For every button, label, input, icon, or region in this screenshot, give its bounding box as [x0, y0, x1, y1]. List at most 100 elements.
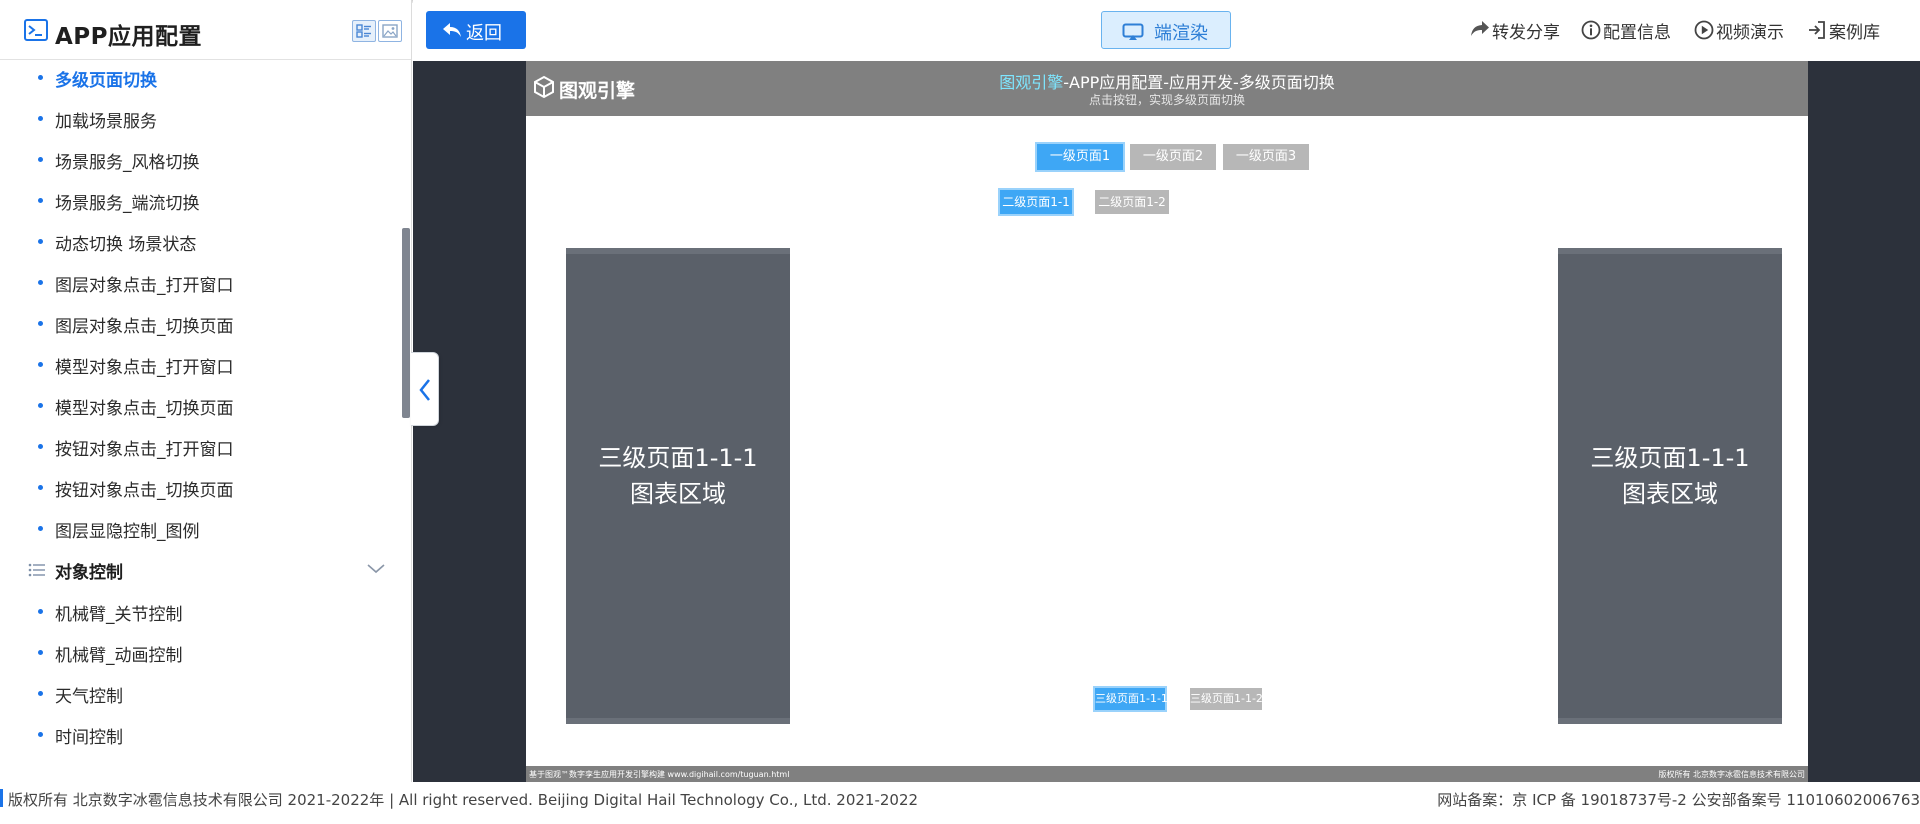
sidebar-item-label: 按钮对象点击_打开窗口 — [55, 440, 234, 460]
sidebar-item-layer-click-switch-page[interactable]: 图层对象点击_切换页面 — [0, 306, 400, 340]
sidebar-item-label: 图层对象点击_打开窗口 — [55, 276, 234, 296]
bullet-dot — [38, 198, 43, 203]
list-view-button[interactable] — [352, 20, 376, 42]
sidebar-title: APP应用配置 — [55, 24, 203, 50]
sidebar-item-label: 天气控制 — [55, 687, 123, 707]
video-demo-link[interactable]: 视频演示 — [1694, 18, 1789, 43]
sidebar-item-label: 按钮对象点击_切换页面 — [55, 481, 234, 501]
footer-accent-bar — [0, 789, 3, 807]
bullet-dot — [38, 362, 43, 367]
bullet-dot — [38, 485, 43, 490]
sidebar-item-layer-click-open-window[interactable]: 图层对象点击_打开窗口 — [0, 265, 400, 299]
sidebar-item-label: 模型对象点击_切换页面 — [55, 399, 234, 419]
sidebar-item-scene-stream-switch[interactable]: 场景服务_端流切换 — [0, 183, 400, 217]
sidebar-item-weather-control[interactable]: 天气控制 — [0, 676, 400, 710]
sidebar-item-label: 图层显隐控制_图例 — [55, 522, 200, 542]
sidebar: APP应用配置 多级页面切换 加载场景服务 场景服务_风格切换 场景服务_端流切… — [0, 0, 412, 782]
sidebar-item-label: 机械臂_关节控制 — [55, 605, 183, 625]
list-view-icon — [356, 24, 371, 38]
app-subtitle: 点击按钮，实现多级页面切换 — [1088, 93, 1245, 107]
bullet-dot — [38, 650, 43, 655]
image-view-button[interactable] — [378, 20, 402, 42]
bullet-dot — [38, 280, 43, 285]
back-button-label: 返回 — [466, 23, 502, 44]
app-header: 图观引擎 图观引擎-APP应用配置-应用开发-多级页面切换 点击按钮，实现多级页… — [526, 61, 1808, 116]
share-icon — [1471, 21, 1489, 36]
level3-page1-1-1-button[interactable]: 三级页面1-1-1 — [1095, 688, 1168, 710]
sidebar-item-label: 时间控制 — [55, 728, 123, 748]
sidebar-group-object-control[interactable]: 对象控制 — [0, 552, 400, 588]
level3-page1-1-2-button[interactable]: 三级页面1-1-2 — [1190, 688, 1263, 710]
sidebar-item-label: 动态切换 场景状态 — [55, 235, 197, 255]
monitor-icon — [1122, 23, 1144, 40]
bullet-dot — [38, 116, 43, 121]
sidebar-scrollbar[interactable] — [402, 228, 410, 418]
case-library-link[interactable]: 案例库 — [1807, 18, 1885, 43]
app-footer: 基于图观™数字孪生应用开发引擎构建 www.digihail.com/tugua… — [526, 766, 1808, 782]
sidebar-header: APP应用配置 — [0, 0, 411, 60]
chart-area-left-line2: 图表区域 — [630, 480, 726, 508]
sidebar-collapse-button[interactable] — [411, 352, 439, 426]
video-demo-label: 视频演示 — [1716, 23, 1784, 43]
bullet-dot — [38, 691, 43, 696]
case-library-label: 案例库 — [1829, 23, 1880, 43]
footer-icp: 网站备案：京 ICP 备 19018737号-2 公安部备案号 11010602… — [1437, 791, 1920, 809]
sidebar-item-robot-arm-joint[interactable]: 机械臂_关节控制 — [0, 594, 400, 628]
sign-in-icon — [1809, 21, 1825, 39]
chevron-down-icon[interactable] — [367, 564, 385, 574]
chart-area-right-text: 三级页面1-1-1 图表区域 — [1558, 440, 1782, 512]
sidebar-item-label: 加载场景服务 — [55, 112, 157, 132]
image-view-icon — [382, 24, 398, 38]
level1-page3-button[interactable]: 一级页面3 — [1223, 144, 1309, 170]
sidebar-item-label: 场景服务_端流切换 — [55, 194, 200, 214]
chevron-left-icon — [419, 379, 430, 401]
sidebar-item-time-control[interactable]: 时间控制 — [0, 717, 400, 751]
chart-area-right-line1: 三级页面1-1-1 — [1590, 444, 1750, 472]
app-footer-left: 基于图观™数字孪生应用开发引擎构建 www.digihail.com/tugua… — [529, 770, 790, 779]
share-link[interactable]: 转发分享 — [1470, 18, 1565, 43]
chart-area-left-line1: 三级页面1-1-1 — [598, 444, 758, 472]
terminal-icon — [24, 19, 48, 41]
chart-area-right-line2: 图表区域 — [1622, 480, 1718, 508]
sidebar-item-button-click-open-window[interactable]: 按钮对象点击_打开窗口 — [0, 429, 400, 463]
sidebar-item-model-click-open-window[interactable]: 模型对象点击_打开窗口 — [0, 347, 400, 381]
level1-page1-button[interactable]: 一级页面1 — [1037, 144, 1123, 170]
bullet-dot — [38, 75, 43, 80]
bullet-dot — [38, 239, 43, 244]
back-arrow-icon — [443, 23, 461, 37]
sidebar-item-label: 图层对象点击_切换页面 — [55, 317, 234, 337]
sidebar-item-dynamic-scene-state[interactable]: 动态切换 场景状态 — [0, 224, 400, 258]
footer-copyright: 版权所有 北京数字冰雹信息技术有限公司 2021-2022年 | All rig… — [8, 791, 919, 809]
bullet-dot — [38, 403, 43, 408]
bullet-dot — [38, 526, 43, 531]
sidebar-item-robot-arm-animation[interactable]: 机械臂_动画控制 — [0, 635, 400, 669]
sidebar-item-layer-visibility-legend[interactable]: 图层显隐控制_图例 — [0, 511, 400, 545]
bullet-dot — [38, 732, 43, 737]
render-mode-label: 端渲染 — [1154, 23, 1208, 44]
sidebar-item-multi-page-switch[interactable]: 多级页面切换 — [0, 60, 400, 94]
bullet-dot — [38, 321, 43, 326]
back-button[interactable]: 返回 — [426, 11, 526, 49]
preview-stage: 图观引擎 图观引擎-APP应用配置-应用开发-多级页面切换 点击按钮，实现多级页… — [413, 61, 1920, 782]
sidebar-item-model-click-switch-page[interactable]: 模型对象点击_切换页面 — [0, 388, 400, 422]
sidebar-item-label: 机械臂_动画控制 — [55, 646, 183, 666]
app-title: 图观引擎-APP应用配置-应用开发-多级页面切换 — [526, 69, 1808, 93]
sidebar-item-scene-style-switch[interactable]: 场景服务_风格切换 — [0, 142, 400, 176]
chart-area-left: 三级页面1-1-1 图表区域 — [566, 248, 790, 724]
sidebar-item-label: 多级页面切换 — [55, 71, 157, 91]
page-footer: 版权所有 北京数字冰雹信息技术有限公司 2021-2022年 | All rig… — [0, 782, 1920, 814]
level2-page1-2-button[interactable]: 二级页面1-2 — [1095, 190, 1169, 214]
level2-page1-1-button[interactable]: 二级页面1-1 — [1000, 190, 1072, 214]
info-icon — [1581, 20, 1601, 40]
sidebar-item-button-click-switch-page[interactable]: 按钮对象点击_切换页面 — [0, 470, 400, 504]
share-label: 转发分享 — [1492, 23, 1560, 43]
bullet-dot — [38, 444, 43, 449]
play-circle-icon — [1694, 20, 1714, 40]
app-footer-right: 版权所有 北京数字冰雹信息技术有限公司 — [1658, 770, 1805, 779]
level1-page2-button[interactable]: 一级页面2 — [1130, 144, 1216, 170]
config-info-link[interactable]: 配置信息 — [1581, 18, 1676, 43]
bullet-dot — [38, 157, 43, 162]
sidebar-item-label: 模型对象点击_打开窗口 — [55, 358, 234, 378]
render-mode-button[interactable]: 端渲染 — [1101, 11, 1231, 49]
sidebar-item-load-scene-service[interactable]: 加载场景服务 — [0, 101, 400, 135]
